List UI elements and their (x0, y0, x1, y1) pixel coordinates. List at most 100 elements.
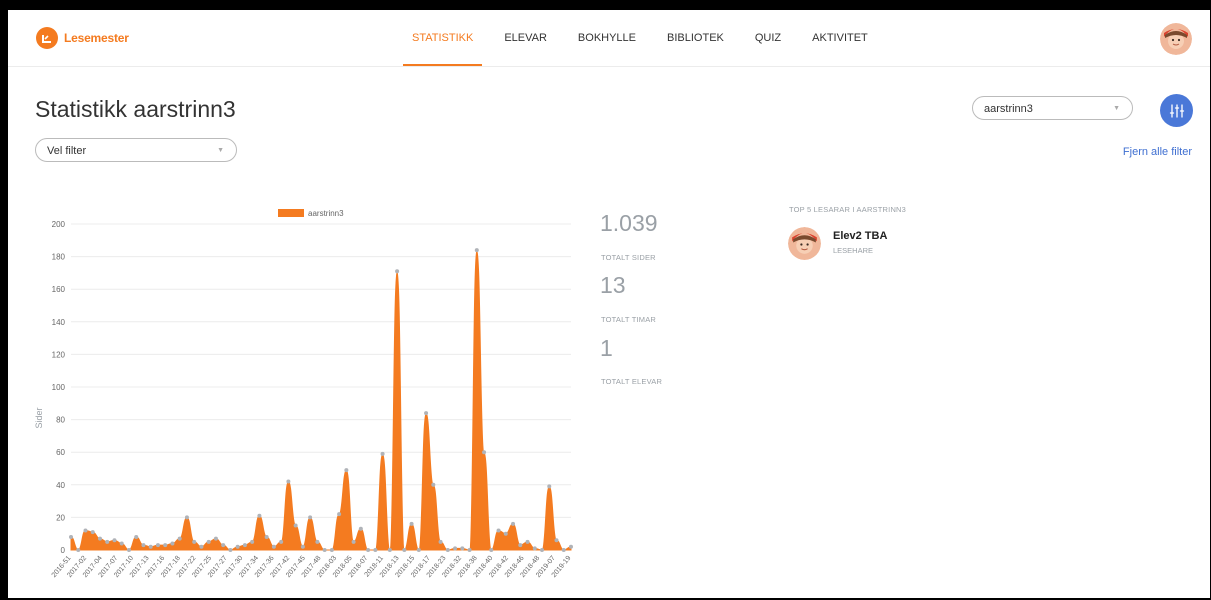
data-point (460, 546, 465, 551)
chevron-down-icon: ▼ (217, 147, 224, 154)
data-point (119, 541, 124, 546)
data-point (97, 536, 102, 541)
data-point (126, 548, 131, 552)
y-tick-label: 100 (52, 383, 66, 392)
nav-item-elevar[interactable]: ELEVAR (495, 10, 556, 66)
data-point (257, 513, 262, 518)
stat-value: 1.039 (600, 210, 658, 236)
data-point (177, 536, 182, 541)
y-tick-label: 200 (52, 220, 66, 229)
data-point (69, 534, 73, 539)
y-tick-label: 40 (56, 481, 65, 490)
data-point (163, 543, 168, 548)
y-tick-label: 140 (52, 318, 66, 327)
data-point (76, 548, 81, 552)
user-avatar-icon[interactable] (1160, 23, 1192, 55)
grade-select-value: aarstrinn3 (984, 103, 1033, 115)
data-point (105, 539, 110, 544)
top-nav: Lesemester STATISTIKK ELEVAR BOKHYLLE BIBLI… (8, 10, 1210, 67)
filter-select[interactable]: Vel filter ▼ (35, 138, 237, 162)
data-point (293, 523, 298, 528)
y-tick-label: 60 (56, 448, 65, 457)
y-tick-label: 20 (56, 513, 65, 522)
x-axis-ticks: 2016-512017-022017-042017-072017-102017-… (51, 555, 573, 579)
reader-avatar-icon[interactable] (788, 227, 821, 260)
data-point (373, 548, 378, 552)
data-point (395, 269, 400, 274)
data-point (424, 411, 429, 416)
data-point (525, 539, 530, 544)
data-point (221, 543, 226, 548)
data-point (329, 548, 334, 552)
y-tick-label: 120 (52, 350, 66, 359)
main-nav: STATISTIKK ELEVAR BOKHYLLE BIBLIOTEK QUIZ AKT… (403, 10, 890, 66)
stat-value: 1 (600, 335, 613, 361)
data-point (155, 543, 160, 548)
data-point (482, 450, 487, 455)
data-point (344, 468, 349, 473)
data-point (199, 544, 204, 549)
data-point (228, 548, 233, 552)
pages-chart: 0 20 40 60 80 100 120 140 160 180 200 2016-512017-… (34, 209, 573, 579)
data-point (112, 538, 117, 543)
y-tick-label: 180 (52, 253, 66, 262)
reader-name[interactable]: Elev2 TBA (833, 230, 887, 242)
reader-level: LESEHARE (833, 246, 874, 255)
y-tick-label: 80 (56, 416, 65, 425)
page-title: Statistikk aarstrinn3 (35, 96, 236, 122)
y-axis-ticks: 0 20 40 60 80 100 120 140 160 180 200 (52, 220, 66, 555)
data-point (351, 539, 356, 544)
data-point (83, 528, 88, 533)
data-point (511, 521, 516, 526)
data-point (380, 451, 385, 456)
nav-item-aktivitet[interactable]: AKTIVITET (803, 10, 877, 66)
logo-icon (36, 27, 58, 49)
data-point (402, 548, 407, 552)
data-point (554, 538, 559, 543)
logo[interactable]: Lesemester (36, 27, 129, 49)
nav-item-bibliotek[interactable]: BIBLIOTEK (658, 10, 733, 66)
y-axis-label: Sider (34, 407, 44, 428)
data-point (170, 541, 175, 546)
data-point (148, 544, 153, 549)
data-point (532, 546, 537, 551)
data-point (496, 528, 501, 533)
filter-settings-button[interactable] (1160, 94, 1193, 127)
grade-select[interactable]: aarstrinn3 ▼ (972, 96, 1133, 120)
data-point (358, 526, 363, 531)
data-point (271, 544, 276, 549)
data-point (286, 479, 291, 484)
data-point (540, 548, 545, 552)
top-readers-title: TOP 5 LESARAR I AARSTRINN3 (789, 205, 907, 214)
clear-filters-link[interactable]: Fjern alle filter (1123, 146, 1192, 158)
data-point (213, 536, 218, 541)
legend-label: aarstrinn3 (308, 209, 344, 218)
data-point (453, 546, 458, 551)
sliders-icon (1169, 103, 1184, 118)
data-point (503, 531, 508, 536)
data-point (300, 544, 305, 549)
data-point (279, 539, 284, 544)
data-point (409, 521, 414, 526)
logo-text: Lesemester (64, 31, 129, 45)
nav-item-bokhylle[interactable]: BOKHYLLE (569, 10, 645, 66)
data-point (445, 548, 450, 552)
nav-item-quiz[interactable]: QUIZ (746, 10, 790, 66)
stat-label: TOTALT TIMAR (601, 315, 657, 324)
chevron-down-icon: ▼ (1113, 105, 1120, 112)
legend: aarstrinn3 (278, 209, 344, 218)
data-point (322, 548, 327, 552)
data-point (264, 534, 269, 539)
data-point (518, 543, 523, 548)
data-point (184, 515, 189, 520)
data-point (206, 539, 211, 544)
nav-item-statistikk[interactable]: STATISTIKK (403, 10, 483, 66)
app-window: Lesemester STATISTIKK ELEVAR BOKHYLLE BIBLI… (8, 10, 1210, 598)
data-point (467, 548, 472, 552)
data-point (569, 544, 573, 549)
data-point (438, 539, 443, 544)
data-point (134, 534, 139, 539)
data-point (547, 484, 552, 489)
data-point (387, 548, 392, 552)
data-point (308, 515, 313, 520)
